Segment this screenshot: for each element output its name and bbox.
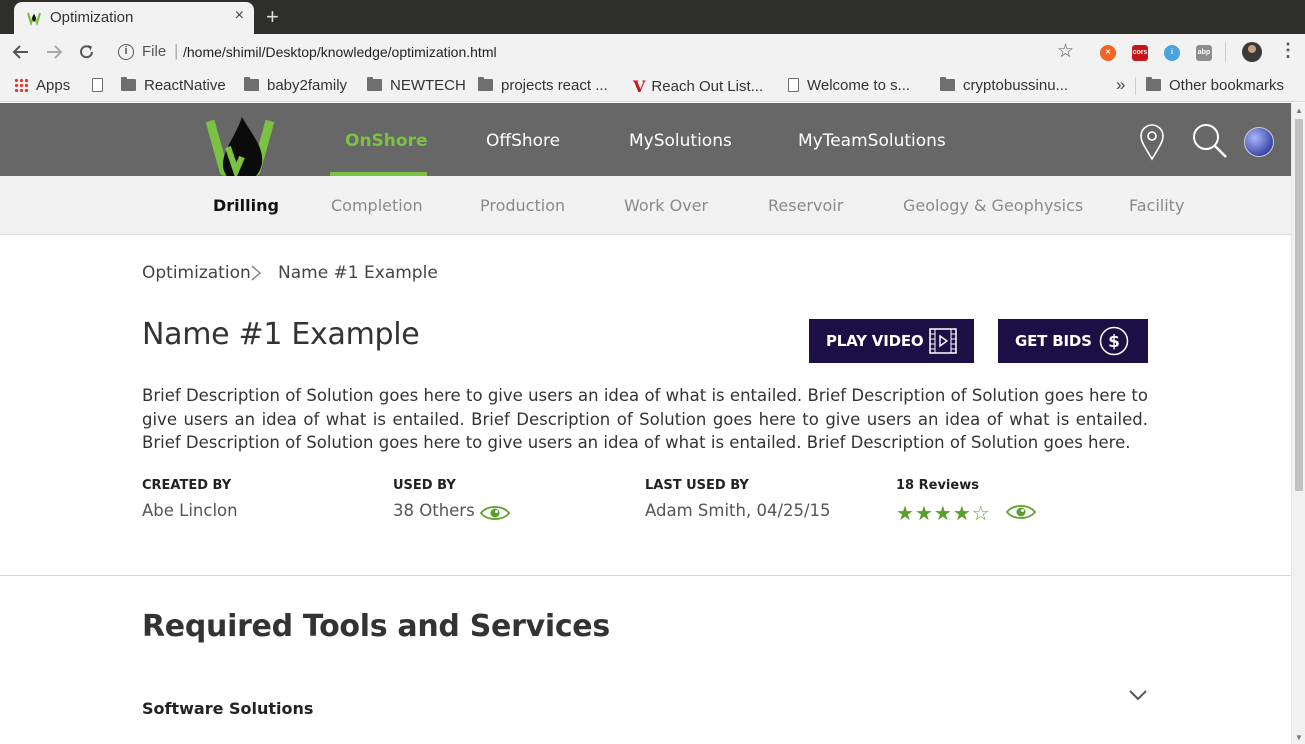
search-icon[interactable] — [1191, 122, 1229, 160]
page-scrollbar[interactable]: ▲ ▼ — [1291, 103, 1305, 744]
get-bids-label: GET BIDS — [1015, 332, 1092, 350]
video-film-icon — [929, 328, 957, 354]
section-divider — [0, 575, 1291, 576]
sub-navigation: Drilling Completion Production Work Over… — [0, 176, 1291, 235]
bookmark-folder-newtech[interactable]: NEWTECH — [367, 77, 466, 94]
page-icon — [788, 78, 799, 92]
view-reviews-eye-icon[interactable] — [1006, 503, 1036, 521]
url-separator: | — [174, 41, 179, 60]
breadcrumb-chevron-icon — [251, 265, 262, 281]
site-info-icon[interactable]: i — [118, 44, 134, 60]
subnav-completion[interactable]: Completion — [331, 196, 423, 215]
rating-stars: ★★★★☆ — [896, 501, 991, 526]
required-tools-heading: Required Tools and Services — [142, 609, 610, 644]
subnav-drilling[interactable]: Drilling — [213, 196, 279, 215]
scrollbar-thumb[interactable] — [1295, 119, 1303, 491]
nav-myteamsolutions[interactable]: MyTeamSolutions — [798, 131, 946, 151]
dollar-coin-icon: $ — [1099, 326, 1129, 356]
breadcrumb-current: Name #1 Example — [278, 263, 438, 283]
subnav-reservoir[interactable]: Reservoir — [768, 196, 843, 215]
scroll-down-icon[interactable]: ▼ — [1295, 733, 1303, 742]
view-eye-icon[interactable] — [480, 504, 510, 522]
address-bar[interactable]: /home/shimil/Desktop/knowledge/optimizat… — [183, 44, 497, 60]
play-video-label: PLAY VIDEO — [826, 332, 924, 350]
site-logo[interactable] — [206, 113, 276, 185]
reviews-count[interactable]: 18 Reviews — [896, 478, 979, 493]
user-avatar[interactable] — [1244, 127, 1274, 157]
used-by-value: 38 Others — [393, 501, 475, 520]
software-solutions-accordion[interactable]: Software Solutions — [142, 686, 1148, 726]
nav-onshore[interactable]: OnShore — [345, 131, 428, 151]
chevron-down-icon[interactable] — [1128, 688, 1148, 702]
star-filled-icon: ★ — [952, 503, 972, 525]
apps-grid-icon — [14, 78, 28, 92]
bookmark-other-bookmarks[interactable]: Other bookmarks — [1146, 77, 1284, 94]
v-logo-icon: V — [633, 77, 646, 96]
folder-icon — [367, 77, 382, 91]
scroll-up-icon[interactable]: ▲ — [1295, 106, 1303, 115]
bookmark-folder-projects-react[interactable]: projects react ... — [478, 77, 608, 94]
bookmark-folder-baby2family[interactable]: baby2family — [244, 77, 347, 94]
site-favicon-icon — [26, 12, 42, 26]
last-used-by-value: Adam Smith, 04/25/15 — [645, 501, 831, 520]
folder-icon — [940, 77, 955, 91]
subnav-geology-geophysics[interactable]: Geology & Geophysics — [903, 196, 1083, 215]
browser-profile-avatar[interactable] — [1242, 42, 1262, 62]
breadcrumb-parent-link[interactable]: Optimization — [142, 263, 251, 283]
browser-tab[interactable]: Optimization × — [14, 2, 254, 34]
created-by-value: Abe Linclon — [142, 501, 238, 520]
last-used-by-label: LAST USED BY — [645, 478, 749, 493]
bookmarks-bar: Apps ReactNative baby2family NEWTECH pro… — [0, 70, 1305, 102]
nav-mysolutions[interactable]: MySolutions — [629, 131, 732, 151]
tab-close-icon[interactable]: × — [235, 7, 244, 25]
bookmark-page[interactable] — [92, 77, 111, 94]
main-navigation: OnShore OffShore MySolutions MyTeamSolut… — [0, 103, 1291, 183]
subnav-work-over[interactable]: Work Over — [624, 196, 708, 215]
software-solutions-label: Software Solutions — [142, 699, 314, 718]
folder-icon — [478, 77, 493, 91]
browser-tab-bar: Optimization × + — [0, 0, 1305, 34]
subnav-production[interactable]: Production — [480, 196, 565, 215]
play-video-button[interactable]: PLAY VIDEO — [809, 319, 974, 363]
star-filled-icon: ★ — [914, 503, 934, 525]
solution-description: Brief Description of Solution goes here … — [142, 386, 1148, 452]
page-icon — [92, 78, 103, 92]
extension-sync-icon[interactable]: ✕ — [1100, 45, 1116, 61]
more-bookmarks-icon[interactable]: » — [1116, 75, 1125, 95]
nav-offshore[interactable]: OffShore — [486, 131, 560, 151]
folder-icon — [121, 77, 136, 91]
bookmark-reach-out-list[interactable]: V Reach Out List... — [633, 77, 763, 96]
bookmark-apps[interactable]: Apps — [14, 77, 70, 94]
extension-abp-icon[interactable]: abp — [1196, 45, 1212, 61]
location-pin-icon[interactable] — [1139, 123, 1165, 161]
reload-icon[interactable] — [78, 43, 96, 61]
star-filled-icon: ★ — [896, 503, 915, 525]
page-viewport: OnShore OffShore MySolutions MyTeamSolut… — [0, 103, 1291, 744]
used-by-label: USED BY — [393, 478, 456, 493]
bookmarks-divider — [1135, 77, 1136, 95]
forward-arrow-icon[interactable] — [45, 43, 63, 61]
svg-text:$: $ — [1108, 332, 1120, 352]
tab-title: Optimization — [50, 9, 134, 26]
page-title: Name #1 Example — [142, 317, 420, 352]
extension-cors-icon[interactable]: cors — [1132, 45, 1148, 61]
back-arrow-icon[interactable] — [12, 43, 30, 61]
get-bids-button[interactable]: GET BIDS $ — [998, 319, 1148, 363]
folder-icon — [244, 77, 259, 91]
url-scheme-label: File — [142, 43, 167, 60]
star-filled-icon: ★ — [933, 503, 953, 525]
extension-info-icon[interactable]: i — [1164, 45, 1180, 61]
bookmark-folder-cryptobussinu[interactable]: cryptobussinu... — [940, 77, 1068, 94]
star-empty-icon: ☆ — [971, 503, 991, 525]
browser-toolbar: i File | /home/shimil/Desktop/knowledge/… — [0, 34, 1305, 70]
subnav-facility[interactable]: Facility — [1129, 196, 1184, 215]
created-by-label: CREATED BY — [142, 478, 232, 493]
bookmark-welcome[interactable]: Welcome to s... — [788, 77, 910, 94]
new-tab-button[interactable]: + — [266, 4, 279, 30]
folder-icon — [1146, 77, 1161, 91]
bookmark-folder-reactnative[interactable]: ReactNative — [121, 77, 226, 94]
browser-menu-icon[interactable]: ⋮ — [1279, 40, 1297, 61]
toolbar-divider — [1225, 42, 1226, 62]
bookmark-star-icon[interactable]: ☆ — [1057, 40, 1074, 63]
